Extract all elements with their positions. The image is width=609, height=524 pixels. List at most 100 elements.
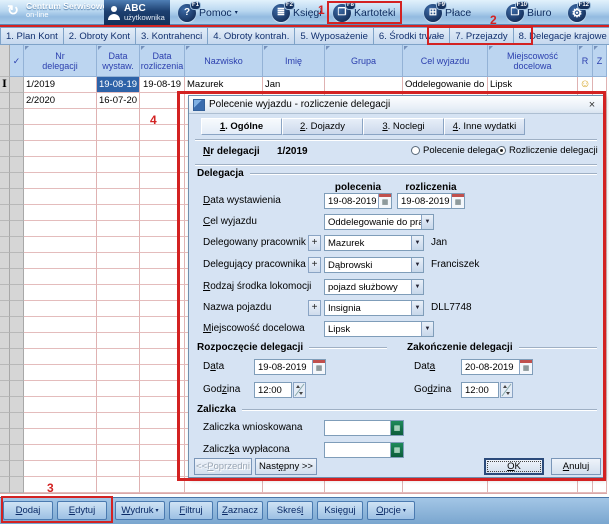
calendar-icon[interactable]: ▦ [378, 194, 391, 208]
cell-imie[interactable]: Jan [263, 77, 325, 93]
ok-button[interactable]: OK [484, 458, 544, 475]
zaznacz-button[interactable]: Zaznacz [217, 501, 263, 520]
menu-ksiegi[interactable]: ≣ F2 Księgi [272, 2, 322, 23]
row-check-cell[interactable] [10, 93, 24, 109]
calendar-icon[interactable]: ▦ [312, 360, 325, 374]
miejscowosc-select[interactable]: Lipsk ▼ [324, 321, 434, 337]
cell-nr[interactable]: 2/2020 [24, 93, 97, 109]
delegujacy-select[interactable]: Dąbrowski ▼ [324, 257, 424, 273]
menu-kartoteki[interactable]: ❐ F8 Kartoteki [333, 2, 395, 23]
col-nazwisko[interactable]: Nazwisko [185, 45, 263, 77]
calculator-icon[interactable]: ▦ [390, 421, 403, 435]
time-spinner[interactable] [500, 382, 513, 398]
chevron-down-icon[interactable]: ▼ [421, 215, 433, 229]
previous-button[interactable]: << Poprzedni [194, 458, 252, 475]
ledger-icon: ≣ F2 [272, 4, 290, 22]
ksieguj-button[interactable]: Księguj [317, 501, 363, 520]
opcje-button[interactable]: Opcje▾ [367, 501, 415, 520]
col-r[interactable]: R [578, 45, 593, 77]
cell-data-wystaw-selected[interactable]: 19-08-19 [97, 77, 140, 93]
calendar-icon[interactable]: ▦ [451, 194, 464, 208]
nazwa-pojazdu-select[interactable]: Insignia ▼ [324, 300, 424, 316]
menu-biuro[interactable]: ❒ F10 Biuro [506, 2, 552, 23]
menu-settings[interactable]: ⚙ F12 [568, 2, 586, 23]
tab-wyposazenie[interactable]: 5. Wyposażenie [295, 27, 374, 45]
col-nr-delegacji[interactable]: Nr delegacji [24, 45, 97, 77]
calendar-icon[interactable]: ▦ [519, 360, 532, 374]
data-wystawienia-polecenia-input[interactable]: 19-08-2019 ▦ [324, 193, 392, 209]
check-column-header[interactable]: ✓ [10, 45, 24, 77]
table-row-empty[interactable] [0, 477, 607, 493]
rodzaj-lokomocji-select[interactable]: pojazd służbowy ▼ [324, 279, 424, 295]
table-header-row: ✓ Nr delegacji Data wystaw. Data rozlicz… [0, 45, 607, 77]
cancel-button[interactable]: Anuluj [551, 458, 601, 475]
tab-obroty-kontrah[interactable]: 4. Obroty kontrah. [208, 27, 295, 45]
tab-przejazdy[interactable]: 7. Przejazdy [450, 27, 513, 45]
radio-polecenie-delegacji[interactable]: Polecenie delegacji [411, 145, 505, 156]
col-imie[interactable]: Imię [263, 45, 325, 77]
rozpoczecie-data-input[interactable]: 19-08-2019 ▦ [254, 359, 326, 375]
bottom-toolbar: Dodaj Edytuj Wydruk▾ Filtruj Zaznacz Skr… [0, 497, 609, 524]
zakonczenie-godzina-input[interactable]: 12:00 [461, 382, 499, 398]
rozpoczecie-data-label: Data [203, 359, 224, 375]
skresl-button[interactable]: Skreśl [267, 501, 313, 520]
menu-place[interactable]: ⊞ F9 Płace [424, 2, 471, 23]
col-grupa[interactable]: Grupa [325, 45, 403, 77]
chevron-down-icon[interactable]: ▼ [411, 280, 423, 294]
col-data-wystaw[interactable]: Data wystaw. [97, 45, 140, 77]
cel-wyjazdu-select[interactable]: Oddelegowanie do pracy ▼ [324, 214, 434, 230]
col-data-rozliczenia[interactable]: Data rozliczenia [140, 45, 185, 77]
cell-data-rozliczenia[interactable] [140, 93, 185, 109]
smiley-icon: ☺ [579, 79, 590, 90]
cell-miejscowosc[interactable]: Lipsk [488, 77, 578, 93]
chevron-down-icon[interactable]: ▼ [411, 236, 423, 250]
tab-delegacje-krajowe[interactable]: 8. Delegacje krajowe [514, 27, 609, 45]
dialog-title-bar[interactable]: Polecenie wyjazdu - rozliczenie delegacj… [189, 96, 603, 114]
cell-data-wystaw[interactable]: 16-07-20 [97, 93, 140, 109]
col-cel-wyjazdu[interactable]: Cel wyjazdu [403, 45, 488, 77]
zaliczka-wnioskowana-input[interactable]: ▦ [324, 420, 404, 436]
cell-grupa[interactable] [325, 77, 403, 93]
cell-nr[interactable]: 1/2019 [24, 77, 97, 93]
col-miejscowosc[interactable]: Miejscowość docelowa [488, 45, 578, 77]
zaliczka-wyplacona-input[interactable]: ▦ [324, 442, 404, 458]
rozpoczecie-godzina-input[interactable]: 12:00 [254, 382, 292, 398]
tab-plan-kont[interactable]: 1. Plan Kont [0, 27, 64, 45]
cel-wyjazdu-label: Cel wyjazdu [203, 214, 257, 230]
chevron-down-icon[interactable]: ▼ [411, 258, 423, 272]
cell-nazwisko[interactable]: Mazurek [185, 77, 263, 93]
row-check-cell[interactable] [10, 77, 24, 93]
time-spinner[interactable] [293, 382, 306, 398]
tab-obroty-kont[interactable]: 2. Obroty Kont [64, 27, 136, 45]
table-row[interactable]: I 1/2019 19-08-19 19-08-19 Mazurek Jan O… [0, 77, 607, 93]
calculator-icon[interactable]: ▦ [390, 443, 403, 457]
data-wystawienia-rozliczenia-input[interactable]: 19-08-2019 ▦ [397, 193, 465, 209]
dialog-tab-noclegi[interactable]: 3. Noclegi [363, 118, 444, 135]
user-panel[interactable]: ABC użytkownika [104, 0, 170, 25]
edytuj-button[interactable]: Edytuj [57, 501, 107, 520]
tab-srodki-trwale[interactable]: 6. Środki trwałe [374, 27, 450, 45]
dialog-tab-ogolne[interactable]: 1. Ogólne [201, 118, 282, 135]
fkey-badge: F12 [577, 1, 591, 10]
add-employee-button[interactable]: + [308, 235, 321, 251]
add-vehicle-button[interactable]: + [308, 300, 321, 316]
col-z[interactable]: Z [593, 45, 607, 77]
wydruk-button[interactable]: Wydruk▾ [115, 501, 165, 520]
cell-data-rozliczenia[interactable]: 19-08-19 [140, 77, 185, 93]
tab-kontrahenci[interactable]: 3. Kontrahenci [136, 27, 208, 45]
dialog-tab-dojazdy[interactable]: 2. Dojazdy [282, 118, 363, 135]
dodaj-button[interactable]: Dodaj [3, 501, 53, 520]
chevron-down-icon[interactable]: ▼ [411, 301, 423, 315]
delegowany-select[interactable]: Mazurek ▼ [324, 235, 424, 251]
dialog-tab-inne-wydatki[interactable]: 4. Inne wydatki [444, 118, 525, 135]
app-logo: ↻ Centrum Serwisowe on-line [4, 1, 107, 19]
chevron-down-icon[interactable]: ▼ [421, 322, 433, 336]
next-button[interactable]: Następny >> [255, 458, 317, 475]
close-icon[interactable]: × [585, 98, 599, 112]
radio-rozliczenie-delegacji[interactable]: Rozliczenie delegacji [497, 145, 598, 156]
cell-cel-wyjazdu[interactable]: Oddelegowanie do pracy [403, 77, 488, 93]
filtruj-button[interactable]: Filtruj [169, 501, 213, 520]
add-employee-button[interactable]: + [308, 257, 321, 273]
menu-pomoc[interactable]: ? F1 Pomoc ▾ [178, 2, 238, 23]
zakonczenie-data-input[interactable]: 20-08-2019 ▦ [461, 359, 533, 375]
